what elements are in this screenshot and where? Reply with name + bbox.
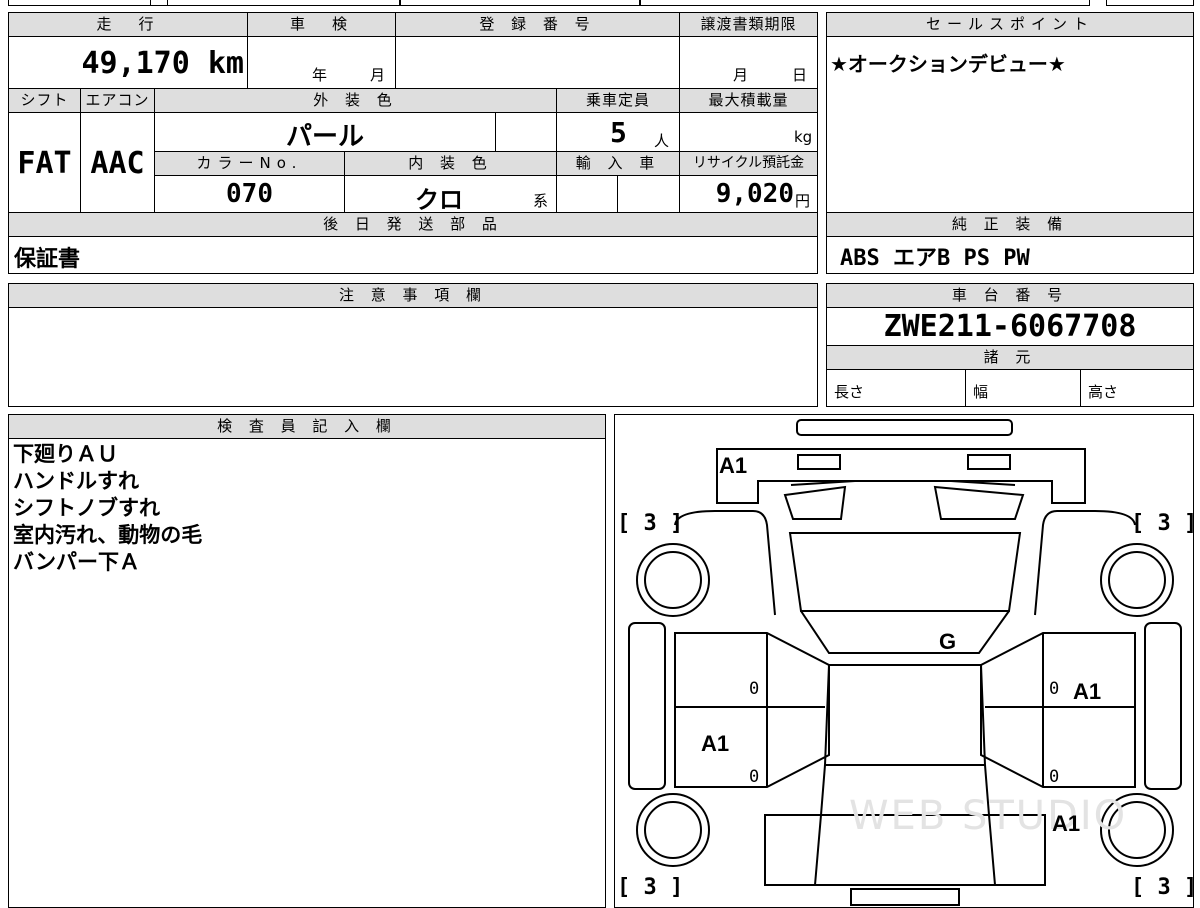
- registration-label: 登 録 番 号: [395, 12, 680, 37]
- inspection-label: 車 検: [247, 12, 396, 37]
- inspector-note: ハンドルすれ: [13, 469, 139, 493]
- transfer-deadline-label: 譲渡書類期限: [679, 12, 818, 37]
- later-parts-value: 保証書: [14, 247, 81, 272]
- capacity-unit: 人: [654, 132, 670, 150]
- exterior-color-label: 外 装 色: [154, 88, 557, 113]
- shift-value: FAT: [17, 146, 72, 181]
- import-label: 輸 入 車: [556, 151, 680, 176]
- chassis-label: 車 台 番 号: [826, 283, 1194, 308]
- capacity-value: 5: [610, 116, 627, 149]
- recycle-fee-label: リサイクル預託金: [679, 151, 818, 176]
- interior-color-suffix: 系: [533, 192, 549, 210]
- inspector-note: 下廻りＡＵ: [13, 442, 118, 466]
- sales-point-text: ★オークションデビュー★: [830, 52, 1066, 76]
- inspector-note: 室内汚れ、動物の毛: [13, 523, 203, 547]
- recycle-fee-value: 9,020: [715, 179, 794, 209]
- interior-color-label: 内 装 色: [344, 151, 557, 176]
- transfer-day-unit: 日: [792, 66, 808, 84]
- notes-label: 注 意 事 項 欄: [8, 283, 818, 308]
- inspection-year-unit: 年: [312, 66, 328, 84]
- inspection-month-unit: 月: [370, 66, 386, 84]
- mileage-label: 走 行: [8, 12, 248, 37]
- inspector-note: バンパー下Ａ: [13, 550, 141, 574]
- registration-value: [395, 36, 680, 89]
- diagram-watermark: WEB STUDIO: [849, 793, 1128, 839]
- inspector-note: シフトノブすれ: [13, 496, 160, 520]
- right-rear-mark: A1: [1052, 811, 1081, 836]
- chassis-number: ZWE211-6067708: [883, 309, 1137, 344]
- length-label: 長さ: [834, 383, 865, 401]
- notes-area: [8, 307, 818, 407]
- color-no-label: カラーNo.: [154, 151, 345, 176]
- transfer-month-unit: 月: [733, 66, 749, 84]
- tire-front-right: [ 3 ]: [1131, 511, 1194, 536]
- aircon-value: AAC: [90, 146, 145, 181]
- top-strip: [8, 0, 1194, 6]
- car-diagram: WEB STUDIO A1 G A1 A1 A1 [ 3 ] [ 3 ] [ 3…: [614, 414, 1194, 908]
- right-door-mark: A1: [1073, 679, 1102, 704]
- equipment-value: ABS エアB PS PW: [840, 246, 1030, 271]
- width-label: 幅: [973, 383, 989, 401]
- height-label: 高さ: [1088, 383, 1119, 401]
- max-load-label: 最大積載量: [679, 88, 818, 113]
- inspector-label: 検 査 員 記 入 欄: [8, 414, 606, 439]
- exterior-color-value: パール: [285, 122, 364, 152]
- door-zero: 0: [749, 767, 760, 787]
- inspector-notes: 下廻りＡＵ ハンドルすれ シフトノブすれ 室内汚れ、動物の毛 バンパー下Ａ: [13, 441, 202, 576]
- mileage-value: 49,170 km: [81, 46, 244, 81]
- color-no-value: 070: [226, 179, 273, 209]
- recycle-fee-unit: 円: [795, 192, 811, 210]
- equipment-label: 純 正 装 備: [826, 212, 1194, 237]
- aircon-label: エアコン: [80, 88, 155, 113]
- front-bumper-mark: A1: [719, 453, 748, 478]
- sales-point-label: セールスポイント: [826, 12, 1194, 37]
- tire-front-left: [ 3 ]: [617, 511, 684, 536]
- tire-rear-right: [ 3 ]: [1131, 875, 1194, 900]
- max-load-unit: kg: [794, 128, 813, 146]
- specs-label: 諸 元: [826, 345, 1194, 370]
- windshield-mark: G: [939, 629, 957, 654]
- left-door-mark: A1: [701, 731, 730, 756]
- door-zero: 0: [1049, 679, 1060, 699]
- interior-color-value: クロ: [415, 186, 463, 214]
- capacity-label: 乗車定員: [556, 88, 680, 113]
- later-parts-label: 後 日 発 送 部 品: [8, 212, 818, 237]
- tire-rear-left: [ 3 ]: [617, 875, 684, 900]
- shift-label: シフト: [8, 88, 81, 113]
- door-zero: 0: [1049, 767, 1060, 787]
- door-zero: 0: [749, 679, 760, 699]
